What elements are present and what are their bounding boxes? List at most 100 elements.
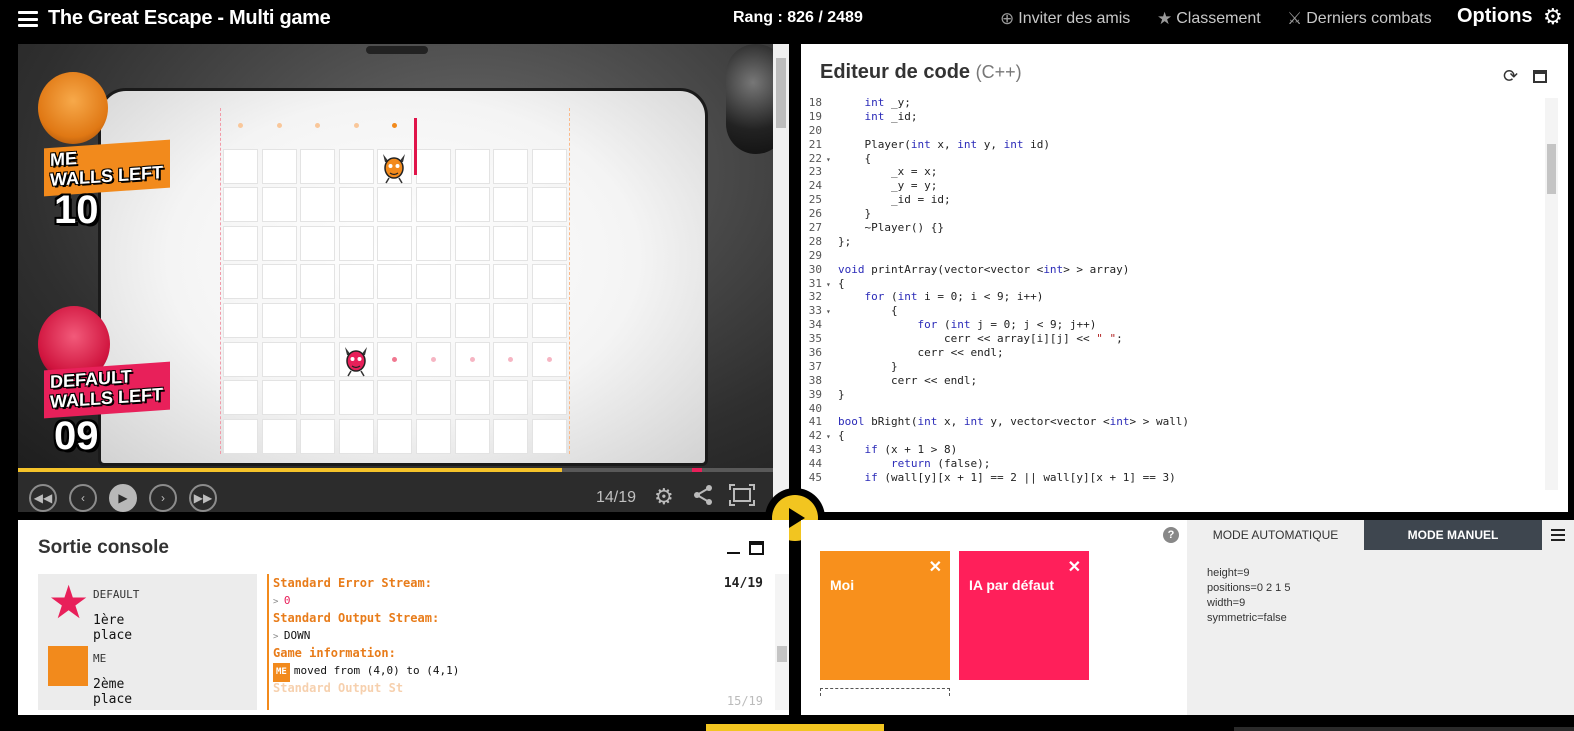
code-line[interactable]: 45 if (wall[y][x + 1] == 2 || wall[y][x … (801, 471, 1546, 485)
parameter-line: symmetric=false (1207, 612, 1287, 624)
tab-manual-mode[interactable]: MODE MANUEL (1364, 520, 1542, 550)
viewer-scrollbar[interactable] (773, 44, 789, 512)
code-line[interactable]: 44 return (false); (801, 457, 1546, 471)
code-text: if (wall[y][x + 1] == 2 || wall[y][x + 1… (864, 471, 1176, 485)
code-line[interactable]: 37 } (801, 360, 1546, 374)
close-icon[interactable]: ✕ (1068, 557, 1081, 577)
minimize-icon[interactable] (727, 552, 740, 554)
code-line[interactable]: 31 ▾{ (801, 277, 1546, 291)
line-number: 35 (808, 332, 822, 346)
code-line[interactable]: 23 _x = x; (801, 165, 1546, 179)
help-icon[interactable]: ? (1163, 527, 1179, 543)
player-card-ia[interactable]: ✕ IA par défaut (959, 551, 1089, 680)
code-line[interactable]: 28}; (801, 235, 1546, 249)
code-line[interactable]: 42 ▾{ (801, 429, 1546, 443)
code-line[interactable]: 40 (801, 402, 1546, 416)
last-fights-link[interactable]: ⚔ Derniers combats (1287, 9, 1432, 29)
board-cell (300, 418, 336, 454)
maximize-icon[interactable] (1533, 70, 1547, 83)
close-icon[interactable]: ✕ (929, 557, 942, 577)
code-line[interactable]: 36 cerr << endl; (801, 346, 1546, 360)
code-area[interactable]: 18 int _y; 19 int _id; 20 21 Player(int x, … (801, 96, 1546, 488)
fold-arrow-icon[interactable]: ▾ (826, 430, 838, 444)
code-editor-panel: Editeur de code (C++) ⟳ 18 int _y; 19 int… (801, 44, 1568, 512)
line-number: 19 (808, 109, 822, 123)
code-line[interactable]: 30 void printArray(vector<vector <int> > … (801, 263, 1546, 277)
board-cell (223, 225, 258, 261)
fold-arrow-icon[interactable]: ▾ (826, 278, 838, 292)
line-number: 39 (808, 387, 822, 401)
code-line[interactable]: 34 for (int j = 0; j < 9; j++) (801, 318, 1546, 332)
code-line[interactable]: 21 Player(int x, int y, int id) (801, 138, 1546, 152)
player-card-me[interactable]: ✕ Moi (820, 551, 950, 680)
code-text: { (838, 429, 845, 443)
previous-frame-button[interactable]: ‹ (69, 484, 97, 512)
game-parameters[interactable]: height=9 positions=0 2 1 5 width=9 symmetri… (1207, 566, 1290, 626)
console-scrollbar[interactable] (775, 574, 789, 710)
line-number: 44 (808, 457, 822, 471)
code-line[interactable]: 26 } (801, 207, 1546, 221)
play-button[interactable]: ▶ (109, 484, 137, 512)
code-line[interactable]: 33 ▾ { (801, 304, 1546, 318)
code-text: } (838, 207, 872, 221)
code-line[interactable]: 20 (801, 124, 1546, 138)
console-log[interactable]: 14/19 Standard Error Stream: > 0 Standar… (267, 574, 777, 710)
code-line[interactable]: 24 _y = y; (801, 179, 1546, 193)
code-line[interactable]: 22 ▾ { (801, 152, 1546, 166)
board-cell (416, 148, 451, 184)
board-cell (223, 380, 258, 416)
board-cell (454, 303, 490, 338)
editor-scrollbar-thumb[interactable] (1547, 144, 1556, 194)
share-icon[interactable] (692, 484, 714, 512)
code-text: _id = id; (838, 193, 951, 207)
fullscreen-icon[interactable] (729, 484, 755, 512)
code-text: cerr << array[i][j] << " "; (838, 332, 1123, 346)
hamburger-menu-icon[interactable] (18, 11, 38, 27)
code-line[interactable]: 38 cerr << endl; (801, 374, 1546, 388)
rewind-start-button[interactable]: ◀◀ (29, 484, 57, 512)
code-line[interactable]: 41 bool bRight(int x, int y, vector<vecto… (801, 415, 1546, 429)
code-line[interactable]: 43 if (x + 1 > 8) (801, 443, 1546, 457)
maximize-icon[interactable] (749, 541, 764, 555)
forward-end-button[interactable]: ▶▶ (189, 484, 217, 512)
fold-arrow-icon[interactable]: ▾ (826, 305, 838, 319)
code-line[interactable]: 25 _id = id; (801, 193, 1546, 207)
code-line[interactable]: 27 ~Player() {} (801, 221, 1546, 235)
line-number: 32 (808, 290, 822, 304)
add-player-slot[interactable] (820, 688, 950, 696)
board-cell (493, 264, 529, 300)
code-line[interactable]: 18 int _y; (801, 96, 1546, 110)
tab-auto-mode[interactable]: MODE AUTOMATIQUE (1187, 520, 1364, 550)
default-walls-left: 09 (54, 414, 99, 458)
code-text: Player(int x, int y, int id) (838, 137, 1050, 151)
menu-icon[interactable] (1542, 520, 1574, 550)
fold-arrow-icon[interactable]: ▾ (826, 153, 838, 167)
console-scrollbar-thumb[interactable] (777, 646, 787, 662)
settings-gear-icon[interactable]: ⚙ (654, 484, 674, 510)
board-cell (531, 380, 567, 416)
stderr-value: 0 (283, 594, 291, 607)
me-path-dot (353, 123, 359, 128)
me-path-dot (276, 123, 282, 128)
top-bar: The Great Escape - Multi game Rang : 826… (0, 0, 1574, 40)
code-line[interactable]: 19 int _id; (801, 110, 1546, 124)
code-line[interactable]: 32 for (int i = 0; i < 9; i++) (801, 290, 1546, 304)
options-button[interactable]: Options (1457, 5, 1533, 28)
code-line[interactable]: 29 (801, 249, 1546, 263)
me-walls-left: 10 (54, 188, 99, 232)
code-line[interactable]: 35 cerr << array[i][j] << " "; (801, 332, 1546, 346)
invite-friends-link[interactable]: ⊕ Inviter des amis (1000, 9, 1130, 29)
editor-scrollbar[interactable] (1545, 98, 1558, 490)
viewer-scrollbar-thumb[interactable] (776, 58, 786, 128)
board-cell (300, 187, 336, 223)
line-number: 45 (808, 471, 822, 485)
code-line[interactable]: 39} (801, 388, 1546, 402)
refresh-icon[interactable]: ⟳ (1503, 66, 1518, 87)
board-cell (416, 110, 451, 145)
tv-knob (366, 46, 428, 54)
invite-friends-label: Inviter des amis (1018, 10, 1131, 27)
ranking-link[interactable]: ★ Classement (1157, 9, 1261, 29)
editor-language: (C++) (975, 62, 1022, 82)
gear-icon[interactable]: ⚙ (1543, 4, 1563, 30)
next-frame-button[interactable]: › (149, 484, 177, 512)
